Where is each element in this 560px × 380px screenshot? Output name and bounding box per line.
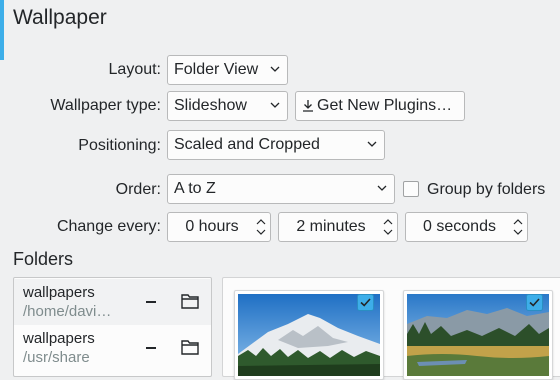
chevron-down-icon	[367, 141, 377, 147]
folders-list: wallpapers /home/davi… wallpapers /usr/s…	[13, 277, 212, 377]
chevron-down-icon	[270, 102, 280, 108]
checkmark-icon[interactable]	[357, 294, 374, 311]
checkmark-icon[interactable]	[526, 294, 543, 311]
spinner-arrows-icon[interactable]	[256, 216, 266, 238]
folder-open-icon[interactable]	[181, 293, 199, 309]
seconds-spinbox[interactable]: 0 seconds	[405, 212, 528, 242]
folder-name: wallpapers	[23, 330, 95, 347]
folder-list-item[interactable]: wallpapers /usr/share	[14, 325, 211, 371]
group-by-folders-checkbox[interactable]	[403, 181, 419, 197]
spinner-arrows-icon[interactable]	[513, 216, 523, 238]
order-label: Order:	[115, 181, 161, 198]
get-new-plugins-button[interactable]: Get New Plugins…	[295, 91, 465, 121]
wallpaper-gallery	[222, 277, 560, 380]
wallpaper-type-combobox[interactable]: Slideshow	[167, 91, 288, 121]
wallpaper-thumbnail-mountain[interactable]	[234, 290, 384, 380]
wallpaper-type-value: Slideshow	[174, 97, 247, 114]
minutes-spinbox[interactable]: 2 minutes	[278, 212, 398, 242]
positioning-label: Positioning:	[78, 137, 161, 154]
page-title: Wallpaper	[13, 6, 107, 29]
seconds-value: 0 seconds	[423, 218, 496, 235]
accent-strip	[0, 0, 4, 60]
layout-label: Layout:	[108, 61, 161, 78]
wallpaper-type-label: Wallpaper type:	[50, 97, 161, 114]
wallpaper-thumbnail-lake[interactable]	[403, 290, 553, 380]
layout-combobox[interactable]: Folder View	[167, 55, 288, 85]
positioning-value: Scaled and Cropped	[174, 136, 320, 153]
folder-list-item[interactable]: wallpapers /home/davi…	[14, 279, 211, 325]
get-new-plugins-label: Get New Plugins…	[317, 97, 453, 114]
folder-path: /home/davi…	[23, 303, 112, 320]
chevron-down-icon	[270, 66, 280, 72]
group-by-folders-label: Group by folders	[427, 181, 546, 198]
positioning-combobox[interactable]: Scaled and Cropped	[167, 130, 385, 160]
spinner-arrows-icon[interactable]	[383, 216, 393, 238]
folders-heading: Folders	[13, 249, 74, 269]
download-icon	[303, 100, 313, 112]
hours-spinbox[interactable]: 0 hours	[167, 212, 271, 242]
folder-path: /usr/share	[23, 349, 90, 366]
layout-value: Folder View	[174, 61, 259, 78]
order-combobox[interactable]: A to Z	[167, 174, 395, 204]
folder-name: wallpapers	[23, 284, 95, 301]
chevron-down-icon	[377, 185, 387, 191]
hours-value: 0 hours	[185, 218, 239, 235]
order-value: A to Z	[174, 180, 216, 197]
minutes-value: 2 minutes	[296, 218, 366, 235]
folder-open-icon[interactable]	[181, 339, 199, 355]
remove-folder-button[interactable]	[146, 347, 156, 349]
change-every-label: Change every:	[56, 218, 161, 235]
remove-folder-button[interactable]	[146, 301, 156, 303]
